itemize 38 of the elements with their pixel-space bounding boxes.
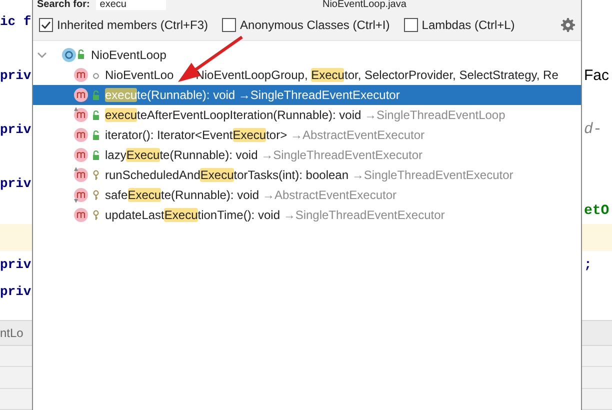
- checkbox-label: Anonymous Classes (Ctrl+I): [240, 18, 390, 32]
- member-signature: lazyExecute(Runnable): void →SingleThreadEventExecutor: [105, 148, 423, 162]
- expand-caret-icon[interactable]: [37, 50, 47, 60]
- search-field[interactable]: execu: [96, 0, 166, 10]
- member-item[interactable]: execute(Runnable): void →SingleThreadEventExecutor: [33, 85, 581, 105]
- settings-icon[interactable]: [561, 18, 575, 32]
- member-signature: NioEventLoo NioEventLoopGroup, Executor, SelectorProvider, SelectStrategy, Re: [105, 68, 558, 82]
- member-item[interactable]: iterator(): Iterator<EventExecutor> →AbstractEventExecutor: [33, 125, 581, 145]
- code-text: priv: [0, 257, 32, 272]
- member-item[interactable]: lazyExecute(Runnable): void →SingleThreadEventExecutor: [33, 145, 581, 165]
- member-signature: execute(Runnable): void →SingleThreadEventExecutor: [105, 88, 400, 102]
- member-item[interactable]: runScheduledAndExecutorTasks(int): boolean →SingleThreadEventExecutor: [33, 165, 581, 185]
- code-text: Fac: [584, 67, 610, 84]
- member-signature: iterator(): Iterator<EventExecutor> →AbstractEventExecutor: [105, 128, 424, 142]
- class-icon: [61, 47, 87, 63]
- code-text: ic f: [0, 14, 32, 29]
- code-text: priv: [0, 284, 32, 299]
- code-text: ;: [584, 257, 592, 272]
- code-text: priv: [0, 176, 32, 191]
- code-text: etO: [584, 202, 610, 218]
- code-text: d-: [584, 121, 602, 138]
- popup-title: NioEventLoop.java: [322, 0, 406, 10]
- checkbox-label: Lambdas (Ctrl+L): [422, 18, 515, 32]
- member-signature: safeExecute(Runnable): void →AbstractEventExecutor: [105, 188, 396, 202]
- code-text: priv: [0, 122, 32, 137]
- class-name[interactable]: NioEventLoop: [91, 48, 166, 62]
- member-signature: updateLastExecutionTime(): void →SingleThreadEventExecutor: [105, 208, 445, 222]
- checkbox[interactable]: [404, 18, 418, 32]
- member-item[interactable]: safeExecute(Runnable): void →AbstractEventExecutor: [33, 185, 581, 205]
- checkbox-label: Inherited members (Ctrl+F3): [57, 18, 208, 32]
- member-signature: runScheduledAndExecutorTasks(int): boolean →SingleThreadEventExecutor: [105, 168, 514, 182]
- checkbox[interactable]: [39, 18, 53, 32]
- checkbox[interactable]: [222, 18, 236, 32]
- member-signature: executeAfterEventLoopIteration(Runnable): void →SingleThreadEventLoop: [105, 108, 506, 122]
- member-item[interactable]: updateLastExecutionTime(): void →SingleThreadEventExecutor: [33, 205, 581, 225]
- search-label: Search for:: [37, 0, 90, 10]
- member-item[interactable]: executeAfterEventLoopIteration(Runnable): void →SingleThreadEventLoop: [33, 105, 581, 125]
- code-text: priv: [0, 68, 32, 83]
